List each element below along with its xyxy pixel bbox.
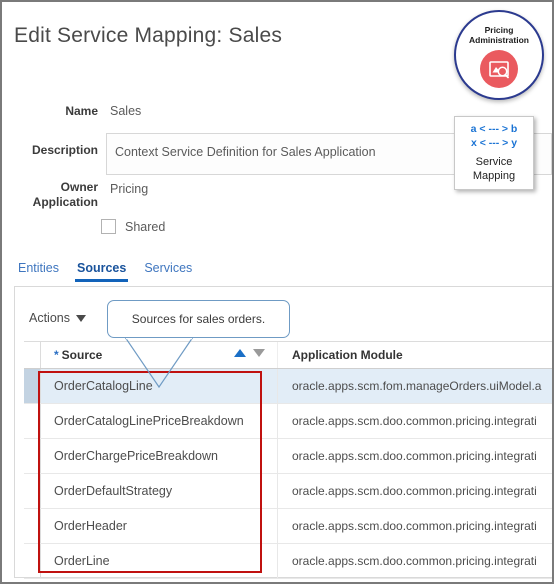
description-label: Description: [31, 143, 98, 157]
row-selector-cell[interactable]: [24, 404, 41, 438]
row-selector-cell[interactable]: [24, 509, 41, 543]
badge-label: Pricing Administration: [456, 25, 542, 45]
sort-descending-icon[interactable]: [253, 349, 265, 357]
cell-application-module: oracle.apps.scm.fom.manageOrders.uiModel…: [278, 369, 552, 403]
tab-entities[interactable]: Entities: [18, 261, 59, 282]
cell-application-module: oracle.apps.scm.doo.common.pricing.integ…: [292, 414, 537, 428]
actions-menu-button[interactable]: Actions: [29, 311, 86, 325]
pricing-administration-badge: Pricing Administration: [454, 10, 544, 100]
cell-source: OrderDefaultStrategy: [41, 474, 278, 508]
column-header-application-module-label: Application Module: [292, 348, 403, 362]
service-mapping-legend: a < --- > b x < --- > y Service Mapping: [454, 116, 534, 190]
tab-sources[interactable]: Sources: [74, 261, 129, 282]
column-header-application-module[interactable]: Application Module: [278, 342, 552, 368]
row-selector-header: [24, 342, 41, 368]
cell-application-module: oracle.apps.scm.doo.common.pricing.integ…: [292, 484, 537, 498]
table-row[interactable]: OrderCatalogLine oracle.apps.scm.fom.man…: [24, 369, 552, 404]
shared-checkbox[interactable]: [101, 219, 116, 234]
row-selector-cell[interactable]: [24, 439, 41, 473]
row-selector-cell[interactable]: [24, 474, 41, 508]
sources-callout-text: Sources for sales orders.: [131, 312, 266, 326]
cell-source: OrderLine: [41, 544, 278, 578]
table-row[interactable]: OrderCatalogLinePriceBreakdown oracle.ap…: [24, 404, 552, 439]
table-row[interactable]: OrderHeader oracle.apps.scm.doo.common.p…: [24, 509, 552, 544]
table-row[interactable]: OrderLine oracle.apps.scm.doo.common.pri…: [24, 544, 552, 579]
cell-source: OrderCatalogLinePriceBreakdown: [41, 404, 278, 438]
tab-services[interactable]: Services: [144, 261, 192, 282]
cell-application-module: oracle.apps.scm.doo.common.pricing.integ…: [292, 449, 537, 463]
page-title: Edit Service Mapping: Sales: [14, 24, 283, 47]
legend-mapping-line-1: a < --- > b: [470, 123, 518, 135]
name-value: Sales: [110, 104, 142, 118]
owner-application-value: Pricing: [110, 182, 149, 196]
edit-service-mapping-page: Edit Service Mapping: Sales Pricing Admi…: [0, 0, 554, 584]
sources-callout: Sources for sales orders.: [107, 300, 290, 338]
required-asterisk-icon: *: [54, 348, 59, 362]
cell-source: OrderHeader: [41, 509, 278, 543]
legend-mapping-line-2: x < --- > y: [470, 137, 518, 149]
name-label: Name: [65, 104, 98, 118]
sources-table: * Source Application Module OrderCatalog…: [24, 341, 552, 579]
badge-label-line1: Pricing: [484, 25, 514, 35]
badge-label-line2: Administration: [469, 35, 529, 45]
owner-application-label-line2: Application: [32, 195, 98, 209]
callout-tail-icon: [124, 336, 194, 389]
row-selector-cell[interactable]: [24, 544, 41, 578]
description-input-value: Context Service Definition for Sales App…: [115, 145, 376, 159]
sort-ascending-icon[interactable]: [234, 349, 246, 357]
cell-source: OrderChargePriceBreakdown: [41, 439, 278, 473]
cell-application-module: oracle.apps.scm.doo.common.pricing.integ…: [292, 554, 537, 568]
pricing-tag-icon: [480, 50, 518, 88]
shared-label: Shared: [125, 220, 166, 234]
row-selector-cell[interactable]: [24, 369, 41, 403]
table-row[interactable]: OrderChargePriceBreakdown oracle.apps.sc…: [24, 439, 552, 474]
legend-label-line2: Mapping: [472, 170, 516, 182]
column-header-source-label: Source: [61, 348, 103, 362]
table-row[interactable]: OrderDefaultStrategy oracle.apps.scm.doo…: [24, 474, 552, 509]
actions-label: Actions: [29, 311, 70, 325]
owner-application-label-line1: Owner: [60, 180, 98, 194]
tab-bar: Entities Sources Services: [18, 261, 192, 282]
table-header-row: * Source Application Module: [24, 341, 552, 369]
chevron-down-icon: [76, 314, 86, 322]
legend-label-line1: Service: [475, 156, 513, 168]
sort-controls: [234, 349, 265, 357]
cell-application-module: oracle.apps.scm.doo.common.pricing.integ…: [292, 519, 537, 533]
